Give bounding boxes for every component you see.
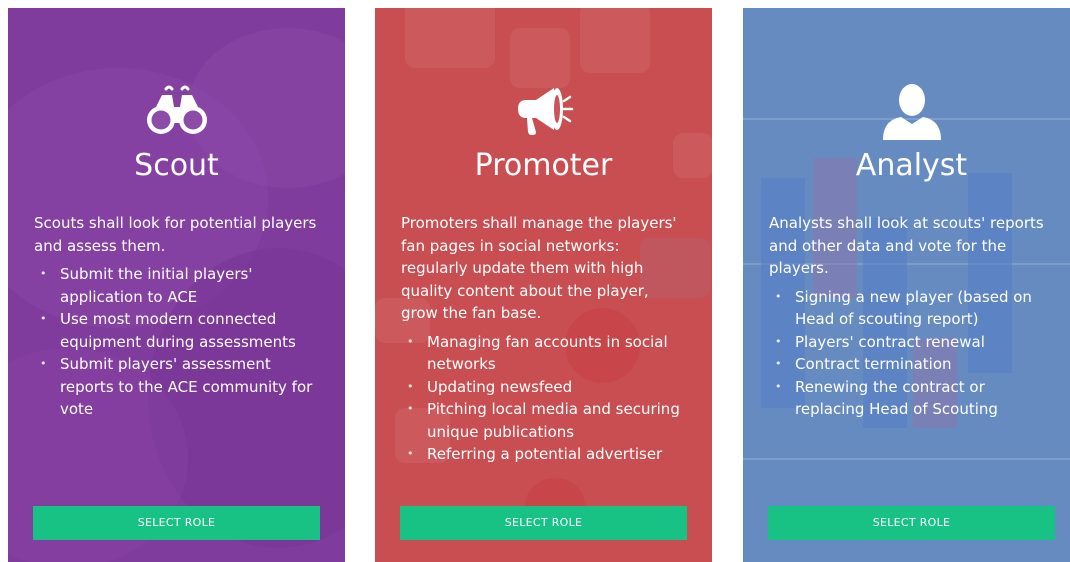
- list-item: Use most modern connected equipment duri…: [34, 308, 323, 353]
- list-item: Players' contract renewal: [769, 331, 1058, 354]
- card-description: Scouts shall look for potential players …: [34, 214, 317, 255]
- card-description-block: Scouts shall look for potential players …: [34, 212, 323, 421]
- list-item: Updating newsfeed: [401, 376, 690, 399]
- user-icon: [743, 80, 1070, 142]
- select-role-button-promoter[interactable]: SELECT ROLE: [400, 506, 687, 540]
- responsibilities-list: Signing a new player (based on Head of s…: [769, 286, 1058, 421]
- card-description: Analysts shall look at scouts' reports a…: [769, 214, 1044, 277]
- select-role-button-analyst[interactable]: SELECT ROLE: [768, 506, 1055, 540]
- binoculars-icon: [8, 80, 345, 142]
- card-title: Promoter: [474, 148, 613, 183]
- megaphone-icon: [375, 80, 712, 142]
- list-item: Submit the initial players' application …: [34, 263, 323, 308]
- list-item: Renewing the contract or replacing Head …: [769, 376, 1058, 421]
- role-cards: Scout Scouts shall look for potential pl…: [0, 0, 1070, 562]
- select-role-button-scout[interactable]: SELECT ROLE: [33, 506, 320, 540]
- list-item: Contract termination: [769, 353, 1058, 376]
- card-description-block: Analysts shall look at scouts' reports a…: [769, 212, 1058, 421]
- card-description-block: Promoters shall manage the players' fan …: [401, 212, 690, 466]
- card-description: Promoters shall manage the players' fan …: [401, 214, 677, 322]
- card-title: Scout: [134, 148, 219, 183]
- list-item: Submit players' assessment reports to th…: [34, 353, 323, 421]
- responsibilities-list: Submit the initial players' application …: [34, 263, 323, 421]
- role-card-analyst: Analyst Analysts shall look at scouts' r…: [743, 8, 1070, 562]
- role-card-scout: Scout Scouts shall look for potential pl…: [8, 8, 345, 562]
- role-card-promoter: Promoter Promoters shall manage the play…: [375, 8, 712, 562]
- list-item: Pitching local media and securing unique…: [401, 398, 690, 443]
- card-title: Analyst: [855, 148, 968, 183]
- list-item: Signing a new player (based on Head of s…: [769, 286, 1058, 331]
- list-item: Managing fan accounts in social networks: [401, 331, 690, 376]
- responsibilities-list: Managing fan accounts in social networks…: [401, 331, 690, 466]
- list-item: Referring a potential advertiser: [401, 443, 690, 466]
